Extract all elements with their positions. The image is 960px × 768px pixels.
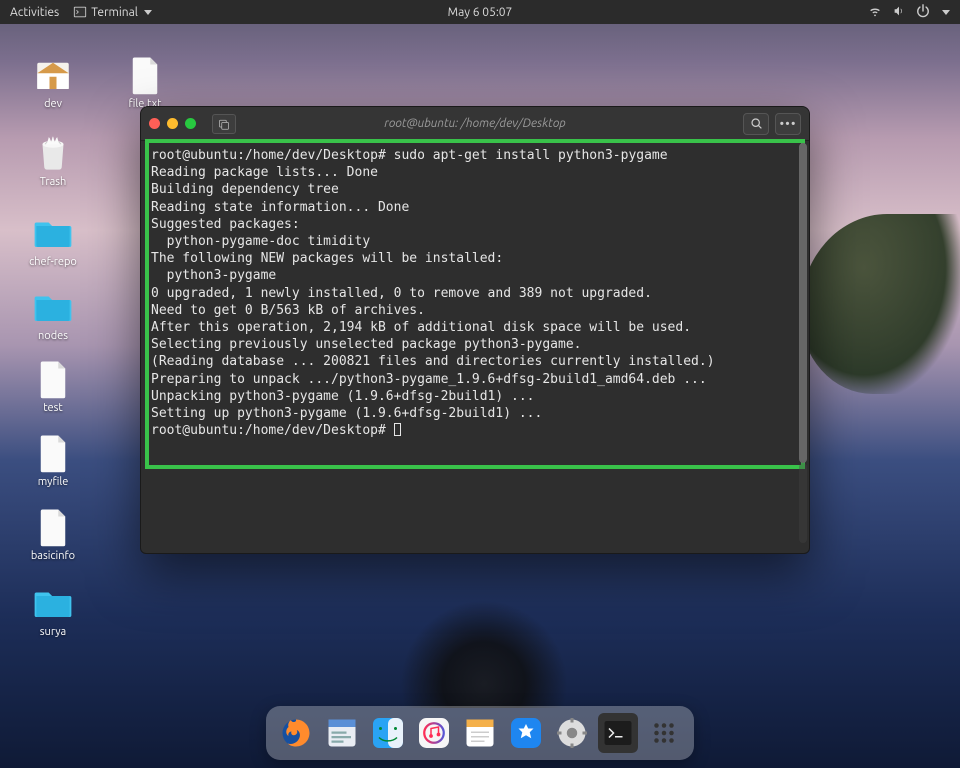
desktop-icon-label: dev	[18, 98, 88, 110]
new-tab-button[interactable]	[212, 114, 236, 134]
hamburger-icon: •••	[779, 117, 796, 131]
volume-icon[interactable]	[892, 4, 906, 21]
desktop-icon-chef-repo[interactable]: chef-repo	[18, 212, 88, 268]
desktop-icon-myfile[interactable]: myfile	[18, 432, 88, 488]
scrollbar-thumb[interactable]	[799, 143, 807, 463]
scrollbar-track	[799, 463, 807, 543]
scrollbar[interactable]	[799, 143, 807, 543]
activities-button[interactable]: Activities	[10, 6, 59, 19]
app-menu[interactable]: Terminal	[73, 5, 152, 19]
desktop-icon-label: surya	[18, 626, 88, 638]
home-folder-icon	[32, 54, 74, 96]
chevron-down-icon	[144, 10, 152, 15]
window-title: root@ubuntu: /home/dev/Desktop	[384, 117, 565, 130]
maximize-button[interactable]	[185, 118, 196, 129]
folder-icon	[32, 212, 74, 254]
dock-item-appstore[interactable]	[506, 713, 546, 753]
desktop-icon-Trash[interactable]: Trash	[18, 132, 88, 188]
file-icon	[32, 432, 74, 474]
dock-item-finder[interactable]	[368, 713, 408, 753]
folder-icon	[32, 286, 74, 328]
desktop-icon-dev[interactable]: dev	[18, 54, 88, 110]
dock-item-terminal[interactable]	[598, 713, 638, 753]
terminal-body[interactable]: root@ubuntu:/home/dev/Desktop# sudo apt-…	[141, 141, 809, 553]
system-menu-chevron-icon[interactable]	[942, 10, 950, 15]
menu-button[interactable]: •••	[775, 113, 801, 135]
file-icon	[124, 54, 166, 96]
minimize-button[interactable]	[167, 118, 178, 129]
desktop-icon-file-txt[interactable]: file.txt	[110, 54, 180, 110]
desktop-icon-basicinfo[interactable]: basicinfo	[18, 506, 88, 562]
close-button[interactable]	[149, 118, 160, 129]
desktop-icon-nodes[interactable]: nodes	[18, 286, 88, 342]
desktop-icon-label: myfile	[18, 476, 88, 488]
app-menu-label: Terminal	[91, 6, 138, 19]
desktop-icon-label: nodes	[18, 330, 88, 342]
trash-icon	[32, 132, 74, 174]
desktop-icon-surya[interactable]: surya	[18, 582, 88, 638]
search-icon	[750, 117, 763, 130]
terminal-output[interactable]: root@ubuntu:/home/dev/Desktop# sudo apt-…	[141, 141, 809, 553]
dock	[266, 706, 694, 760]
dock-item-music[interactable]	[414, 713, 454, 753]
desktop-icon-label: basicinfo	[18, 550, 88, 562]
top-menu-bar: Activities Terminal May 6 05:07	[0, 0, 960, 24]
dock-item-apps-grid[interactable]	[644, 713, 684, 753]
terminal-window: root@ubuntu: /home/dev/Desktop ••• root@…	[140, 106, 810, 554]
search-button[interactable]	[743, 113, 769, 135]
file-icon	[32, 506, 74, 548]
desktop-icon-label: Trash	[18, 176, 88, 188]
power-icon[interactable]	[916, 4, 930, 21]
dock-item-notes[interactable]	[460, 713, 500, 753]
desktop-icon-label: chef-repo	[18, 256, 88, 268]
folder-icon	[32, 582, 74, 624]
clock[interactable]: May 6 05:07	[448, 6, 513, 19]
desktop-icon-test[interactable]: test	[18, 358, 88, 414]
terminal-icon	[73, 5, 87, 19]
wifi-icon[interactable]	[868, 4, 882, 21]
dock-item-firefox[interactable]	[276, 713, 316, 753]
file-icon	[32, 358, 74, 400]
desktop-icon-label: test	[18, 402, 88, 414]
dock-item-settings[interactable]	[552, 713, 592, 753]
dock-item-text-editor[interactable]	[322, 713, 362, 753]
terminal-titlebar[interactable]: root@ubuntu: /home/dev/Desktop •••	[141, 107, 809, 141]
